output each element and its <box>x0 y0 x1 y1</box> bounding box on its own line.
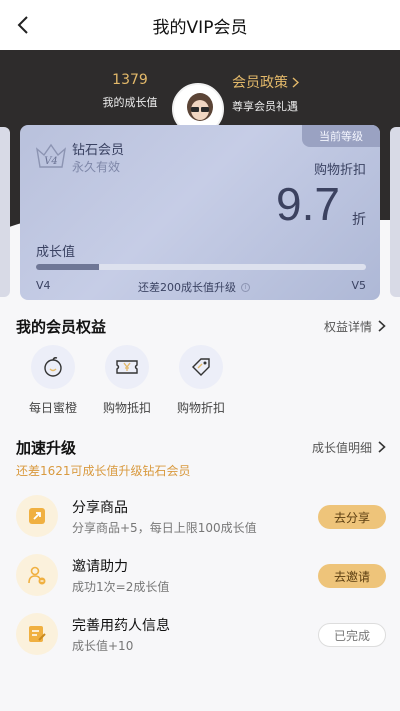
page-title: 我的VIP会员 <box>152 17 248 38</box>
task-description: 成功1次=2成长值 <box>72 580 170 594</box>
benefit-label: 购物抵扣 <box>102 401 151 415</box>
growth-progress-label: 成长值 <box>36 245 76 260</box>
benefit-icon-circle <box>179 345 223 389</box>
price-tag-icon <box>192 358 210 376</box>
growth-summary[interactable]: 1379 我的成长值 <box>90 72 170 110</box>
next-level-card-peek[interactable] <box>390 127 400 297</box>
benefits-detail-label: 权益详情 <box>323 319 372 334</box>
chevron-right-icon <box>378 320 386 332</box>
current-level-label: V4 <box>36 279 51 292</box>
discount-value: 9.7 <box>276 178 340 230</box>
current-level-badge: 当前等级 <box>302 125 380 147</box>
benefit-label: 购物折扣 <box>176 401 225 415</box>
task-share-product: 分享商品 分享商品+5，每日上限100成长值 去分享 <box>16 493 386 541</box>
top-bar: 我的VIP会员 <box>0 0 400 50</box>
growth-progress-fill <box>36 264 99 270</box>
benefit-label: 每日蜜橙 <box>28 401 77 415</box>
previous-level-card-peek[interactable] <box>0 127 10 297</box>
chevron-right-icon <box>292 76 299 88</box>
back-button[interactable] <box>10 12 36 38</box>
crown-emblem-icon: V4 <box>35 143 67 168</box>
level-mark: V4 <box>44 156 58 167</box>
member-policy-link[interactable]: 会员政策 尊享会员礼遇 <box>232 72 352 114</box>
ticket-yen-icon <box>116 360 138 374</box>
task-title: 分享商品 <box>72 500 128 516</box>
growth-label: 我的成长值 <box>102 96 158 109</box>
benefit-icon-circle <box>105 345 149 389</box>
upgrade-hint-text: 还差200成长值升级 <box>138 281 236 294</box>
invite-button[interactable]: 去邀请 <box>318 564 386 588</box>
discount-label: 购物折扣 <box>313 163 366 178</box>
info-icon[interactable]: i <box>241 282 250 292</box>
growth-progress-bar <box>36 264 366 270</box>
task-title: 邀请助力 <box>72 559 128 575</box>
upgrade-hint: 还差200成长值升级 i <box>138 279 250 295</box>
task-description: 成长值+10 <box>72 639 134 653</box>
discount-unit: 折 <box>352 212 366 228</box>
edit-profile-icon <box>29 626 46 642</box>
completed-status-button: 已完成 <box>318 623 386 647</box>
task-icon-circle <box>16 495 58 537</box>
task-title: 完善用药人信息 <box>72 618 170 634</box>
level-validity: 永久有效 <box>72 160 121 174</box>
growth-detail-link[interactable]: 成长值明细 <box>312 439 386 456</box>
task-complete-patient-info: 完善用药人信息 成长值+10 已完成 <box>16 611 386 659</box>
benefits-header: 我的会员权益 权益详情 <box>16 314 386 338</box>
share-button[interactable]: 去分享 <box>318 505 386 529</box>
growth-detail-label: 成长值明细 <box>311 440 372 455</box>
orange-icon <box>44 357 62 377</box>
chevron-left-icon <box>17 16 28 34</box>
growth-value: 1379 <box>112 72 148 88</box>
chevron-right-icon <box>378 441 386 453</box>
task-invite-help: 邀请助力 成功1次=2成长值 去邀请 <box>16 552 386 600</box>
level-name: 钻石会员 <box>72 143 125 158</box>
benefits-detail-link[interactable]: 权益详情 <box>324 318 386 335</box>
next-level-label: V5 <box>351 279 366 292</box>
upgrade-tip: 还差1621可成长值升级钻石会员 <box>16 464 191 478</box>
task-icon-circle <box>16 613 58 655</box>
accelerate-title: 加速升级 <box>16 438 77 457</box>
benefit-shopping-discount[interactable]: 购物折扣 <box>164 345 238 425</box>
invite-user-icon <box>28 566 46 585</box>
share-icon <box>29 508 45 524</box>
benefit-shopping-deduction[interactable]: 购物抵扣 <box>90 345 164 425</box>
benefit-daily-orange[interactable]: 每日蜜橙 <box>16 345 90 425</box>
policy-title: 会员政策 <box>232 75 288 91</box>
benefit-icon-circle <box>31 345 75 389</box>
task-description: 分享商品+5，每日上限100成长值 <box>72 521 257 535</box>
policy-subtitle: 尊享会员礼遇 <box>232 100 298 113</box>
member-level-card[interactable]: 当前等级 V4 钻石会员 永久有效 购物折扣 9.7 折 成长值 V4 还差20… <box>20 125 380 300</box>
task-icon-circle <box>16 554 58 596</box>
accelerate-header: 加速升级 成长值明细 <box>16 435 386 459</box>
benefits-title: 我的会员权益 <box>16 317 107 336</box>
benefits-list: 每日蜜橙 购物抵扣 购物折扣 <box>16 345 246 425</box>
